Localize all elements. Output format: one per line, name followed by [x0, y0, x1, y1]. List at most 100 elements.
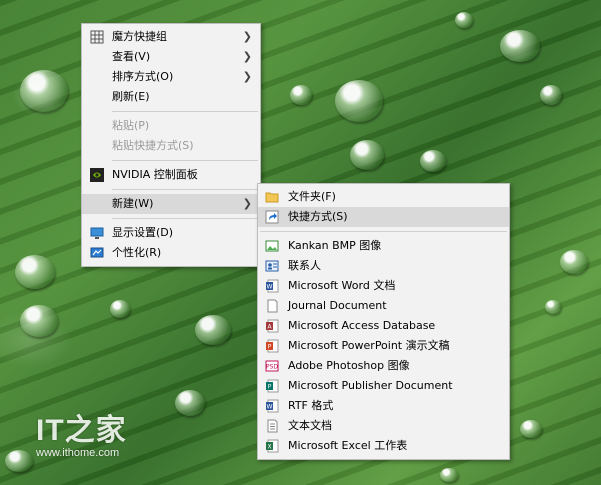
chevron-right-icon: ❯: [242, 50, 252, 63]
chevron-right-icon: ❯: [242, 70, 252, 83]
submenu-item-label: Journal Document: [288, 299, 387, 312]
water-drop: [195, 315, 231, 345]
water-drop: [15, 255, 55, 289]
water-drop: [20, 70, 68, 112]
rtf-icon: W: [266, 399, 279, 413]
svg-text:P: P: [268, 344, 272, 351]
water-drop: [545, 300, 561, 314]
submenu-item-label: Microsoft Publisher Document: [288, 379, 453, 392]
chevron-right-icon: ❯: [242, 197, 252, 210]
water-drop: [500, 30, 540, 62]
menu-separator: [260, 231, 507, 232]
menu-item-label: 粘贴快捷方式(S): [112, 139, 194, 152]
submenu-item-label: Microsoft Excel 工作表: [288, 439, 408, 452]
new-submenu: 文件夹(F) 快捷方式(S) Kankan BMP 图像 联系人 W Micro…: [257, 183, 510, 460]
svg-text:W: W: [267, 404, 273, 411]
menu-item-label: 查看(V): [112, 50, 151, 63]
water-drop: [5, 450, 33, 472]
menu-item-view[interactable]: 查看(V) ❯: [82, 47, 260, 67]
menu-item-label: 个性化(R): [112, 246, 162, 259]
submenu-item-label: Microsoft Word 文档: [288, 279, 396, 292]
text-doc-icon: [267, 419, 278, 433]
watermark-logo: IT之家: [36, 414, 127, 447]
water-drop: [540, 85, 562, 105]
menu-item-display-settings[interactable]: 显示设置(D): [82, 223, 260, 243]
submenu-item-bmp[interactable]: Kankan BMP 图像: [258, 236, 509, 256]
svg-text:W: W: [267, 284, 273, 291]
water-drop: [560, 250, 588, 274]
menu-item-new[interactable]: 新建(W) ❯: [82, 194, 260, 214]
menu-item-label: 排序方式(O): [112, 70, 174, 83]
menu-item-label: 显示设置(D): [112, 226, 174, 239]
water-drop: [350, 140, 384, 170]
water-drop: [440, 468, 458, 482]
svg-text:P: P: [268, 384, 272, 391]
menu-separator: [112, 160, 258, 161]
bmp-image-icon: [265, 240, 279, 252]
water-drop: [20, 305, 58, 337]
svg-text:X: X: [267, 444, 271, 451]
folder-icon: [265, 192, 279, 203]
contact-icon: [265, 260, 279, 272]
menu-item-sort[interactable]: 排序方式(O) ❯: [82, 67, 260, 87]
submenu-item-publisher[interactable]: P Microsoft Publisher Document: [258, 376, 509, 396]
submenu-item-folder[interactable]: 文件夹(F): [258, 187, 509, 207]
submenu-item-label: 联系人: [288, 259, 321, 272]
excel-icon: X: [266, 439, 279, 453]
chevron-right-icon: ❯: [242, 30, 252, 43]
water-drop: [420, 150, 446, 172]
water-drop: [290, 85, 312, 105]
water-drop: [175, 390, 205, 416]
submenu-item-label: RTF 格式: [288, 399, 334, 412]
water-drop: [335, 80, 383, 122]
submenu-item-contact[interactable]: 联系人: [258, 256, 509, 276]
submenu-item-label: 文本文档: [288, 419, 332, 432]
publisher-icon: P: [266, 379, 279, 393]
personalize-icon: [90, 247, 104, 258]
menu-item-paste-shortcut[interactable]: 粘贴快捷方式(S): [82, 136, 260, 156]
grid-icon: [90, 30, 104, 44]
menu-item-refresh[interactable]: 刷新(E): [82, 87, 260, 107]
submenu-item-journal[interactable]: Journal Document: [258, 296, 509, 316]
display-icon: [90, 227, 104, 239]
menu-item-label: 粘贴(P): [112, 119, 150, 132]
submenu-item-label: 快捷方式(S): [288, 210, 348, 223]
nvidia-icon: [90, 168, 104, 182]
water-drop: [110, 300, 130, 318]
menu-item-mofang[interactable]: 魔方快捷组 ❯: [82, 27, 260, 47]
photoshop-icon: PSD: [265, 360, 279, 372]
menu-separator: [112, 218, 258, 219]
journal-doc-icon: [267, 299, 278, 313]
word-doc-icon: W: [266, 279, 279, 293]
submenu-item-label: 文件夹(F): [288, 190, 336, 203]
desktop-context-menu: 魔方快捷组 ❯ 查看(V) ❯ 排序方式(O) ❯ 刷新(E) 粘贴(P) 粘贴…: [81, 23, 261, 267]
watermark-url: www.ithome.com: [36, 447, 120, 459]
menu-item-nvidia[interactable]: NVIDIA 控制面板: [82, 165, 260, 185]
submenu-item-rtf[interactable]: W RTF 格式: [258, 396, 509, 416]
submenu-item-shortcut[interactable]: 快捷方式(S): [258, 207, 509, 227]
water-drop: [520, 420, 542, 438]
submenu-item-photoshop[interactable]: PSD Adobe Photoshop 图像: [258, 356, 509, 376]
menu-separator: [112, 111, 258, 112]
submenu-item-powerpoint[interactable]: P Microsoft PowerPoint 演示文稿: [258, 336, 509, 356]
svg-text:PSD: PSD: [266, 364, 278, 371]
submenu-item-label: Adobe Photoshop 图像: [288, 359, 410, 372]
shortcut-icon: [265, 210, 279, 224]
water-drop: [455, 12, 473, 28]
submenu-item-label: Microsoft PowerPoint 演示文稿: [288, 339, 450, 352]
submenu-item-label: Kankan BMP 图像: [288, 239, 382, 252]
powerpoint-icon: P: [266, 339, 279, 353]
site-watermark: IT之家 www.ithome.com: [36, 405, 127, 459]
menu-item-personalize[interactable]: 个性化(R): [82, 243, 260, 263]
submenu-item-word[interactable]: W Microsoft Word 文档: [258, 276, 509, 296]
menu-item-paste[interactable]: 粘贴(P): [82, 116, 260, 136]
menu-item-label: 新建(W): [112, 197, 154, 210]
submenu-item-excel[interactable]: X Microsoft Excel 工作表: [258, 436, 509, 456]
submenu-item-access[interactable]: A Microsoft Access Database: [258, 316, 509, 336]
access-db-icon: A: [266, 319, 279, 333]
submenu-item-label: Microsoft Access Database: [288, 319, 436, 332]
menu-item-label: 刷新(E): [112, 90, 150, 103]
menu-separator: [112, 189, 258, 190]
menu-item-label: NVIDIA 控制面板: [112, 168, 198, 181]
submenu-item-text[interactable]: 文本文档: [258, 416, 509, 436]
